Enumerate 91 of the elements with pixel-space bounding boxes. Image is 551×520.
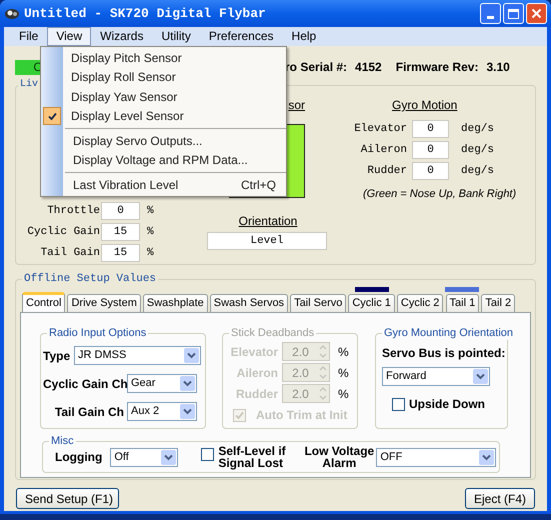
group-label: Radio Input Options — [47, 326, 148, 340]
group-label: Gyro Mounting Orientation — [382, 326, 516, 340]
input-field[interactable]: 15 — [101, 223, 140, 241]
tab[interactable]: Tail 2 — [481, 294, 516, 312]
dropdown[interactable]: Off — [110, 448, 178, 466]
dropdown[interactable]: JR DMSS — [74, 346, 201, 365]
unit-label: % — [147, 246, 154, 261]
checkbox-label: Upside Down — [409, 396, 486, 413]
action-button[interactable]: Eject (F4) — [465, 488, 535, 509]
menu-entry[interactable]: Last Vibration Level Ctrl+Q — [65, 175, 286, 194]
tab[interactable]: Tail Servo — [290, 294, 346, 312]
orientation-field: Level — [207, 232, 327, 250]
maximize-button[interactable] — [503, 3, 524, 24]
menu-shortcut: Ctrl+Q — [240, 176, 276, 194]
spin-arrows-icon — [318, 344, 328, 359]
alarm-label: Low Voltage Alarm — [304, 445, 374, 469]
spin-value: 2.0 — [291, 344, 310, 360]
input-field[interactable]: 15 — [101, 244, 140, 262]
menu-item[interactable]: View — [47, 27, 92, 46]
axis-label: Rudder — [366, 164, 407, 179]
menu-entry[interactable]: Display Level Sensor — [63, 106, 286, 126]
menu-item[interactable]: Preferences — [200, 27, 283, 46]
spin-value: 2.0 — [291, 386, 310, 402]
dropdown[interactable]: Gear — [127, 374, 197, 393]
gyro-motion-title: Gyro Motion — [392, 97, 458, 114]
minimize-icon — [487, 16, 494, 19]
logging-label: Logging — [55, 449, 102, 466]
spin-arrows-icon — [318, 386, 328, 401]
tab[interactable]: Cyclic 1 — [348, 294, 395, 312]
color-note: (Green = Nose Up, Bank Right) — [363, 187, 518, 202]
unit-label: deg/s — [461, 164, 494, 179]
menu-item[interactable]: File — [10, 27, 48, 46]
dropdown[interactable]: OFF — [376, 448, 496, 466]
menu-entry[interactable]: Display Voltage and RPM Data... — [65, 150, 286, 170]
tab[interactable]: Cyclic 2 — [396, 294, 444, 312]
axis-label: Elevator — [353, 122, 407, 137]
spin-value: 2.0 — [291, 364, 310, 382]
checkbox[interactable] — [201, 448, 214, 461]
checkbox[interactable] — [392, 398, 405, 410]
orientation-title: Orientation — [238, 213, 298, 230]
tab[interactable]: Swash Servos — [210, 294, 288, 312]
menu-entry[interactable]: Display Servo Outputs... — [65, 131, 286, 150]
tab[interactable]: Tail 1 — [446, 294, 480, 312]
tab[interactable]: Swashplate — [142, 294, 208, 312]
field-label: Cyclic Gain Ch — [43, 376, 125, 392]
field-label: Tail Gain Ch — [54, 404, 125, 420]
rate-field: 0 — [412, 141, 449, 159]
rate-field: 0 — [412, 162, 449, 180]
unit-label: % — [147, 224, 154, 240]
menu-item[interactable]: Help — [282, 27, 326, 46]
checkbox-label: Self-Level if Signal Lost — [218, 445, 287, 469]
input-field[interactable]: 0 — [101, 202, 140, 220]
group-label: Offline Setup Values — [22, 272, 158, 286]
field-label: Type — [43, 348, 72, 364]
app-icon — [4, 6, 20, 20]
deadband-label: Rudder — [235, 386, 278, 402]
spin-arrows-icon — [318, 365, 328, 380]
menu-entry[interactable]: Display Pitch Sensor — [63, 48, 286, 68]
unit-label: deg/s — [461, 122, 494, 137]
minimize-button[interactable] — [480, 3, 501, 24]
dropdown[interactable]: Forward — [382, 367, 490, 386]
unit-label: % — [338, 344, 349, 360]
deadband-label: Aileron — [236, 364, 278, 382]
deadband-label: Elevator — [230, 344, 278, 360]
menu-item[interactable]: Utility — [152, 27, 200, 46]
tab[interactable]: Drive System — [67, 294, 141, 312]
tab[interactable]: Control — [22, 292, 66, 312]
firmware-label: Firmware Rev: — [396, 59, 478, 76]
rate-field: 0 — [412, 120, 449, 138]
unit-label: deg/s — [461, 142, 494, 158]
menu-entry[interactable]: Display Yaw Sensor — [63, 87, 286, 106]
input-label: Tail Gain — [40, 246, 100, 261]
sensor-title: sor — [288, 97, 305, 114]
input-label: Cyclic Gain — [26, 224, 100, 240]
unit-label: % — [147, 204, 154, 219]
action-button[interactable]: Send Setup (F1) — [16, 488, 119, 509]
firmware-value: 3.10 — [486, 59, 510, 76]
mount-prompt: Servo Bus is pointed: — [382, 345, 506, 362]
input-label: Throttle — [46, 204, 100, 219]
window-title: Untitled - SK720 Digital Flybar — [24, 4, 266, 23]
close-icon — [531, 8, 542, 19]
maximize-icon — [508, 8, 519, 18]
axis-label: Aileron — [360, 142, 407, 158]
close-button[interactable] — [526, 3, 547, 24]
unit-label: % — [338, 364, 349, 382]
serial-value: 4152 — [355, 59, 382, 76]
dropdown[interactable]: Aux 2 — [127, 402, 197, 421]
checkbox-label: Auto Trim at Init — [256, 407, 348, 424]
menu-entry[interactable]: Display Roll Sensor — [63, 68, 286, 87]
menu-item[interactable]: Wizards — [91, 27, 152, 46]
unit-label: % — [338, 386, 349, 402]
